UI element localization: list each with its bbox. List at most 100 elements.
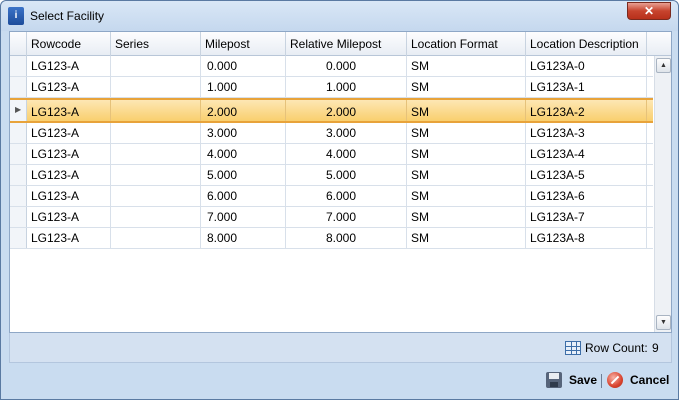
table-row[interactable]: ▶ LG123-A 2.000 2.000 SM LG123A-2 xyxy=(10,98,653,123)
cell-relative-milepost[interactable]: 0.000 xyxy=(286,56,407,76)
cell-location-description[interactable]: LG123A-8 xyxy=(526,228,647,248)
row-indicator[interactable] xyxy=(10,56,27,76)
cell-milepost[interactable]: 8.000 xyxy=(201,228,286,248)
cell-relative-milepost[interactable]: 4.000 xyxy=(286,144,407,164)
cell-series[interactable] xyxy=(111,123,201,143)
row-count-label: Row Count: xyxy=(585,341,648,355)
row-count-value: 9 xyxy=(652,341,659,355)
current-row-arrow-icon: ▶ xyxy=(15,105,22,114)
cell-rowcode[interactable]: LG123-A xyxy=(27,77,111,97)
cell-rowcode[interactable]: LG123-A xyxy=(27,186,111,206)
cell-milepost[interactable]: 3.000 xyxy=(201,123,286,143)
dialog-footer: Save Cancel xyxy=(1,365,678,399)
column-header-milepost[interactable]: Milepost xyxy=(201,32,286,56)
table-row[interactable]: LG123-A 0.000 0.000 SM LG123A-0 xyxy=(10,56,653,77)
table-row[interactable]: LG123-A 4.000 4.000 SM LG123A-4 xyxy=(10,144,653,165)
column-header-relative-milepost[interactable]: Relative Milepost xyxy=(286,32,407,56)
cell-location-format[interactable]: SM xyxy=(407,228,526,248)
cell-location-description[interactable]: LG123A-5 xyxy=(526,165,647,185)
cell-milepost[interactable]: 5.000 xyxy=(201,165,286,185)
cell-location-format[interactable]: SM xyxy=(407,207,526,227)
cell-location-format[interactable]: SM xyxy=(407,165,526,185)
grid-header: Rowcode Series Milepost Relative Milepos… xyxy=(10,32,671,56)
row-indicator[interactable] xyxy=(10,165,27,185)
cell-relative-milepost[interactable]: 5.000 xyxy=(286,165,407,185)
cell-relative-milepost[interactable]: 2.000 xyxy=(286,100,407,121)
cell-location-description[interactable]: LG123A-0 xyxy=(526,56,647,76)
row-indicator[interactable]: ▶ xyxy=(10,100,27,121)
column-header-location-description[interactable]: Location Description xyxy=(526,32,647,56)
cancel-circle-icon xyxy=(607,372,623,388)
row-indicator-header xyxy=(10,32,27,56)
table-icon xyxy=(565,341,581,355)
table-row[interactable]: LG123-A 7.000 7.000 SM LG123A-7 xyxy=(10,207,653,228)
cell-rowcode[interactable]: LG123-A xyxy=(27,144,111,164)
cell-milepost[interactable]: 0.000 xyxy=(201,56,286,76)
facility-icon: i xyxy=(8,7,24,25)
button-separator xyxy=(601,374,602,388)
select-facility-dialog: i Select Facility ✕ Rowcode Series Milep… xyxy=(0,0,679,400)
row-indicator[interactable] xyxy=(10,77,27,97)
cell-location-format[interactable]: SM xyxy=(407,186,526,206)
table-row[interactable]: LG123-A 6.000 6.000 SM LG123A-6 xyxy=(10,186,653,207)
cell-location-description[interactable]: LG123A-4 xyxy=(526,144,647,164)
cell-location-description[interactable]: LG123A-7 xyxy=(526,207,647,227)
cell-location-format[interactable]: SM xyxy=(407,56,526,76)
cell-relative-milepost[interactable]: 7.000 xyxy=(286,207,407,227)
cell-series[interactable] xyxy=(111,165,201,185)
cell-relative-milepost[interactable]: 3.000 xyxy=(286,123,407,143)
cell-location-description[interactable]: LG123A-6 xyxy=(526,186,647,206)
save-label: Save xyxy=(569,373,598,387)
scroll-down-icon[interactable]: ▼ xyxy=(656,315,671,330)
cancel-label: Cancel xyxy=(630,373,670,387)
cell-relative-milepost[interactable]: 8.000 xyxy=(286,228,407,248)
cell-milepost[interactable]: 6.000 xyxy=(201,186,286,206)
cell-rowcode[interactable]: LG123-A xyxy=(27,165,111,185)
cell-location-description[interactable]: LG123A-1 xyxy=(526,77,647,97)
cell-location-format[interactable]: SM xyxy=(407,100,526,121)
table-row[interactable]: LG123-A 3.000 3.000 SM LG123A-3 xyxy=(10,123,653,144)
column-header-series[interactable]: Series xyxy=(111,32,201,56)
cell-series[interactable] xyxy=(111,56,201,76)
cell-relative-milepost[interactable]: 1.000 xyxy=(286,77,407,97)
vertical-scrollbar[interactable]: ▲ ▼ xyxy=(654,56,671,332)
row-indicator[interactable] xyxy=(10,228,27,248)
row-indicator[interactable] xyxy=(10,123,27,143)
table-row[interactable]: LG123-A 1.000 1.000 SM LG123A-1 xyxy=(10,77,653,98)
status-bar: Row Count: 9 xyxy=(9,333,672,363)
window-title: Select Facility xyxy=(30,9,105,23)
table-row[interactable]: LG123-A 8.000 8.000 SM LG123A-8 xyxy=(10,228,653,249)
cell-location-description[interactable]: LG123A-2 xyxy=(526,100,647,121)
cell-rowcode[interactable]: LG123-A xyxy=(27,100,111,121)
cell-location-description[interactable]: LG123A-3 xyxy=(526,123,647,143)
cell-location-format[interactable]: SM xyxy=(407,144,526,164)
cell-series[interactable] xyxy=(111,186,201,206)
cell-series[interactable] xyxy=(111,77,201,97)
column-header-location-format[interactable]: Location Format xyxy=(407,32,526,56)
cell-milepost[interactable]: 7.000 xyxy=(201,207,286,227)
cell-relative-milepost[interactable]: 6.000 xyxy=(286,186,407,206)
cell-milepost[interactable]: 4.000 xyxy=(201,144,286,164)
scroll-up-icon[interactable]: ▲ xyxy=(656,58,671,73)
cell-series[interactable] xyxy=(111,207,201,227)
cell-milepost[interactable]: 2.000 xyxy=(201,100,286,121)
table-row[interactable]: LG123-A 5.000 5.000 SM LG123A-5 xyxy=(10,165,653,186)
row-indicator[interactable] xyxy=(10,207,27,227)
column-header-rowcode[interactable]: Rowcode xyxy=(27,32,111,56)
cell-rowcode[interactable]: LG123-A xyxy=(27,228,111,248)
close-button[interactable]: ✕ xyxy=(627,2,671,20)
cell-location-format[interactable]: SM xyxy=(407,77,526,97)
cell-location-format[interactable]: SM xyxy=(407,123,526,143)
cell-rowcode[interactable]: LG123-A xyxy=(27,207,111,227)
cell-rowcode[interactable]: LG123-A xyxy=(27,56,111,76)
row-indicator[interactable] xyxy=(10,144,27,164)
title-bar[interactable]: i Select Facility ✕ xyxy=(1,1,678,31)
row-indicator[interactable] xyxy=(10,186,27,206)
cell-series[interactable] xyxy=(111,228,201,248)
facility-grid: Rowcode Series Milepost Relative Milepos… xyxy=(9,31,672,333)
cell-rowcode[interactable]: LG123-A xyxy=(27,123,111,143)
cell-series[interactable] xyxy=(111,144,201,164)
cell-milepost[interactable]: 1.000 xyxy=(201,77,286,97)
cell-series[interactable] xyxy=(111,100,201,121)
floppy-disk-icon xyxy=(546,372,562,388)
